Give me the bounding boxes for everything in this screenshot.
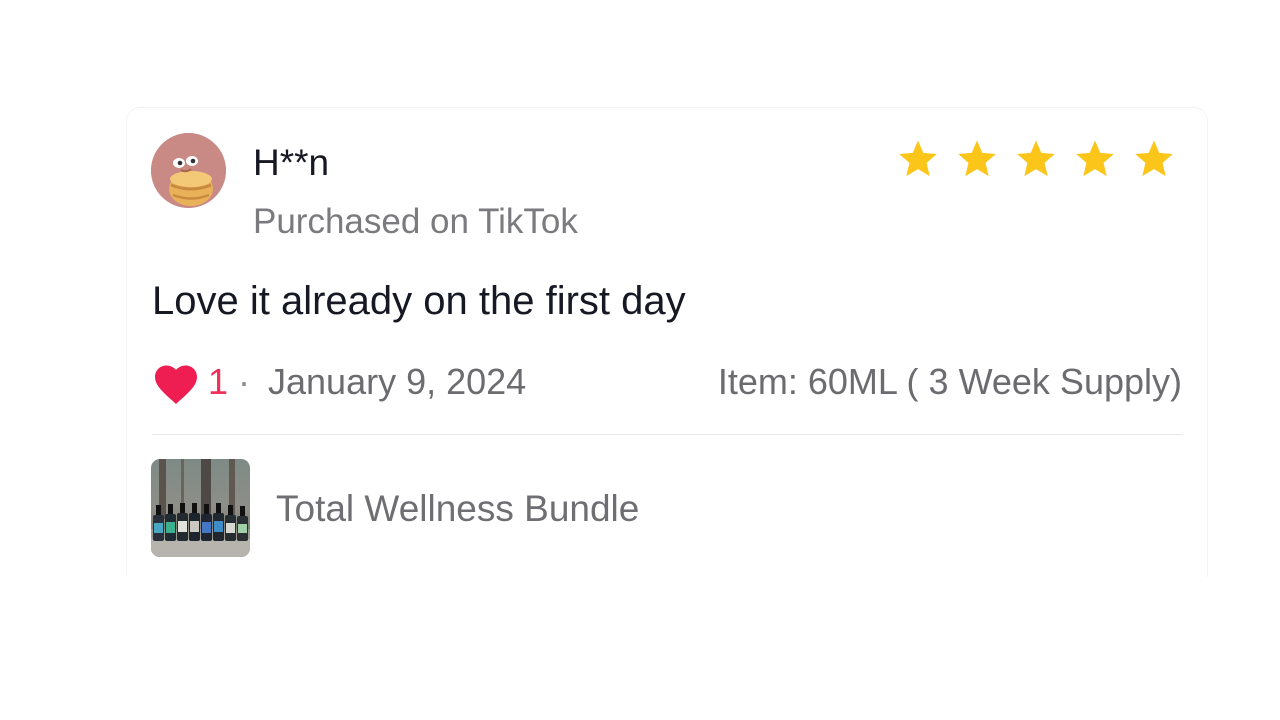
star-icon [947,136,1006,184]
meta-separator: · [238,361,250,402]
product-photo [151,459,250,557]
like-count: 1 [208,361,229,402]
star-icon [1124,136,1183,184]
review-date: January 9, 2024 [268,361,527,402]
star-rating [888,136,1184,184]
star-icon [888,136,947,184]
item-variant: Item: 60ML ( 3 Week Supply) [717,361,1182,402]
like-heart-icon[interactable] [153,363,199,405]
divider [152,434,1183,435]
avatar[interactable] [151,133,226,208]
review-page: H**n Purchased on TikTok Love it already… [0,0,1280,720]
reviewer-name: H**n [253,142,330,183]
product-thumbnail[interactable] [151,459,250,557]
avatar-illustration [151,133,226,208]
star-icon [1065,136,1124,184]
star-icon [1006,136,1065,184]
product-name-link[interactable]: Total Wellness Bundle [276,487,639,531]
review-body: Love it already on the first day [152,279,686,323]
purchase-source: Purchased on TikTok [253,202,578,241]
